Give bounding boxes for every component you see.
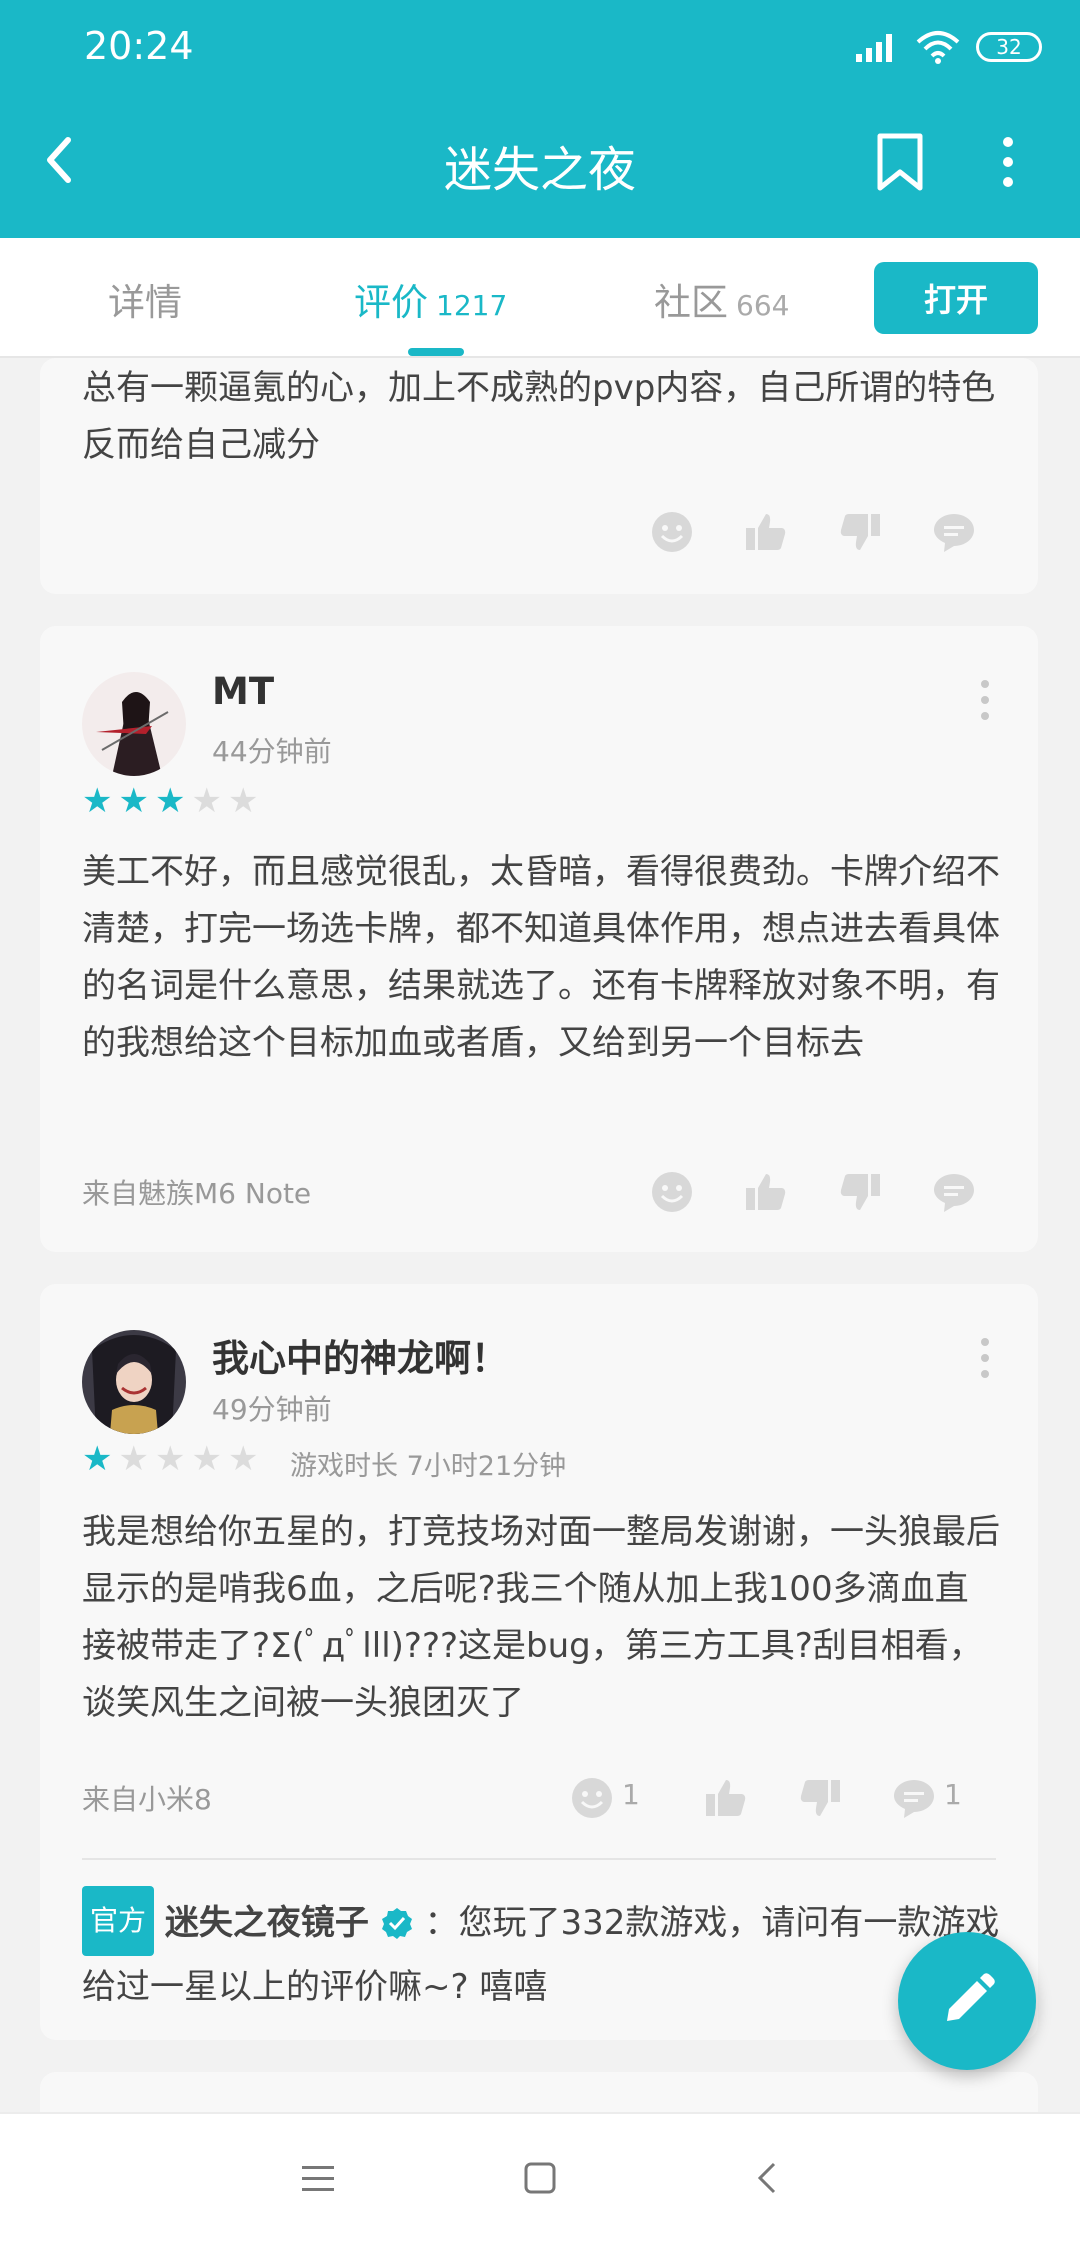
status-time: 20:24 [84, 24, 194, 68]
tab-bar: 详情 评价 1217 社区 664 打开 [0, 238, 1080, 358]
star-icon: ★ [154, 1439, 186, 1479]
tab-details[interactable]: 详情 [108, 272, 182, 326]
menu-icon[interactable] [298, 2158, 338, 2198]
tab-label: 详情 [108, 281, 182, 324]
official-reply: 官方 迷失之夜镜子 ：您玩了332款游戏，请问有一款游戏给过一星以上的评价嘛~?… [82, 1886, 1002, 2018]
tab-count: 1217 [436, 289, 508, 322]
tab-label: 社区 [654, 281, 728, 324]
thumbs-up-icon[interactable] [744, 510, 788, 554]
open-button[interactable]: 打开 [874, 262, 1038, 334]
star-icon: ★ [154, 781, 186, 821]
tab-label: 评价 [354, 281, 428, 324]
thumbs-down-icon[interactable] [838, 510, 882, 554]
app-header: 20:24 32 迷失之夜 [0, 0, 1080, 238]
tab-indicator [408, 348, 464, 356]
write-review-button[interactable] [898, 1932, 1036, 2070]
user-name[interactable]: 我心中的神龙啊！ [212, 1328, 508, 1382]
reply-author[interactable]: 迷失之夜镜子 [165, 1903, 369, 1943]
thumbs-down-icon[interactable] [798, 1776, 842, 1820]
star-icon: ★ [191, 1439, 222, 1479]
thumbs-up-icon[interactable] [704, 1776, 748, 1820]
tab-reviews[interactable]: 评价 1217 [354, 272, 507, 326]
review-time: 49分钟前 [212, 1393, 332, 1426]
emoji-icon[interactable] [650, 1170, 694, 1214]
tab-community[interactable]: 社区 664 [654, 272, 789, 326]
device-label: 来自小米8 [82, 1783, 212, 1816]
star-icon: ★ [118, 1439, 149, 1479]
star-icon: ★ [227, 781, 259, 821]
thumbs-down-icon[interactable] [838, 1170, 882, 1214]
status-icons: 32 [856, 30, 1042, 64]
tab-count: 664 [736, 289, 790, 322]
review-text: 总有一颗逼氪的心，加上不成熟的pvp内容，自己所谓的特色反而给自己减分 [82, 368, 996, 465]
user-avatar[interactable] [82, 672, 186, 776]
user-name[interactable]: MT [212, 670, 274, 713]
star-icon: ★ [191, 781, 222, 821]
star-icon: ★ [82, 781, 113, 821]
verified-icon [381, 1908, 412, 1939]
review-text: 我是想给你五星的，打竞技场对面一整局发谢谢，一头狼最后显示的是啃我6血，之后呢?… [82, 1512, 1000, 1723]
system-nav-bar [0, 2112, 1080, 2244]
review-card: 总有一颗逼氪的心，加上不成熟的pvp内容，自己所谓的特色反而给自己减分 [40, 358, 1038, 594]
comment-icon[interactable] [932, 510, 976, 554]
rating-stars: ★ ★ ★ ★ ★ [82, 784, 258, 818]
comment-count: 1 [944, 1778, 962, 1811]
review-text: 美工不好，而且感觉很乱，太昏暗，看得很费劲。卡牌介绍不清楚，打完一场选卡牌，都不… [82, 852, 1000, 1063]
user-avatar[interactable] [82, 1330, 186, 1434]
playtime-label: 游戏时长 7小时21分钟 [290, 1451, 567, 1482]
emoji-icon[interactable] [570, 1776, 614, 1820]
review-menu-icon[interactable] [975, 1336, 995, 1380]
device-label: 来自魅族M6 Note [82, 1177, 312, 1210]
emoji-icon[interactable] [650, 510, 694, 554]
star-icon: ★ [118, 781, 149, 821]
review-card: MT 44分钟前 ★ ★ ★ ★ ★ 美工不好，而且感觉很乱，太昏暗，看得很费劲… [40, 626, 1038, 1252]
bookmark-icon[interactable] [872, 132, 928, 192]
review-time: 44分钟前 [212, 735, 332, 768]
review-card: 我心中的神龙啊！ 49分钟前 ★ ★ ★ ★ ★ 游戏时长 7小时21分钟 我是… [40, 1284, 1038, 2040]
signal-icon [856, 34, 892, 62]
emoji-count: 1 [622, 1778, 640, 1811]
back-nav-icon[interactable] [748, 2158, 788, 2198]
wifi-icon [916, 31, 960, 64]
rating-stars: ★ ★ ★ ★ ★ [82, 1442, 258, 1476]
more-options-icon[interactable] [988, 132, 1028, 192]
official-badge: 官方 [82, 1886, 155, 1956]
thumbs-up-icon[interactable] [744, 1170, 788, 1214]
divider [82, 1858, 996, 1860]
home-icon[interactable] [520, 2158, 560, 2198]
review-menu-icon[interactable] [975, 678, 995, 722]
pencil-icon [947, 1973, 995, 2021]
comment-icon[interactable] [892, 1776, 936, 1820]
star-icon: ★ [227, 1439, 259, 1479]
battery-indicator: 32 [976, 32, 1042, 62]
comment-icon[interactable] [932, 1170, 976, 1214]
star-icon: ★ [82, 1439, 113, 1479]
